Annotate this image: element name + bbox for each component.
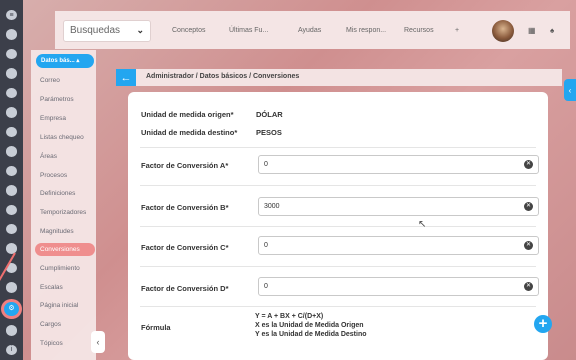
rail-icon-4[interactable]: [6, 87, 17, 99]
menu-icon[interactable]: ≡: [6, 10, 17, 21]
more-icon[interactable]: +: [455, 27, 459, 34]
factor-c-value: 0: [264, 242, 268, 249]
factor-a-value: 0: [264, 161, 268, 168]
info-icon[interactable]: i: [6, 344, 17, 355]
sidebar-item-pagina-inicial[interactable]: Página inicial: [40, 302, 78, 309]
sidebar-item-empresa[interactable]: Empresa: [40, 115, 66, 122]
factor-b-label: Factor de Conversión B*: [141, 203, 229, 212]
rail-icon-5[interactable]: [6, 107, 17, 118]
sidebar-item-procesos[interactable]: Procesos: [40, 172, 67, 179]
mouse-cursor-icon: ↖: [418, 219, 427, 230]
factor-a-label: Factor de Conversión A*: [141, 161, 229, 170]
top-link-ayudas[interactable]: Ayudas: [298, 27, 321, 34]
chevron-left-icon: ‹: [568, 85, 572, 95]
factor-b-input[interactable]: 3000 ✕: [258, 197, 539, 216]
rail-icon-11[interactable]: [6, 223, 17, 235]
bell-icon[interactable]: ♠: [550, 26, 554, 35]
top-link-recursos[interactable]: Recursos: [404, 27, 434, 34]
sidebar-item-topicos[interactable]: Tópicos: [40, 340, 63, 347]
side-menu-header-label: Datos bás...: [41, 58, 75, 64]
collapse-sidebar-button[interactable]: ‹: [91, 331, 105, 353]
factor-d-value: 0: [264, 283, 268, 290]
origin-value: DÓLAR: [256, 110, 283, 119]
side-menu-header[interactable]: Datos bás... ▴: [36, 54, 94, 68]
rail-icon-7[interactable]: [6, 146, 17, 157]
rail-icon-8[interactable]: [6, 165, 17, 177]
factor-c-input[interactable]: 0 ✕: [258, 236, 539, 255]
chevron-down-icon: ⌄: [136, 25, 144, 35]
rail-icon-10[interactable]: [6, 204, 17, 215]
sidebar-item-correo[interactable]: Correo: [40, 77, 60, 84]
clear-icon[interactable]: ✕: [524, 241, 533, 250]
formula-line-1: Y = A + BX + C/(D+X): [255, 313, 324, 320]
dest-label: Unidad de medida destino*: [141, 128, 238, 137]
search-select-label: Busquedas: [70, 25, 121, 36]
rail-icon-14[interactable]: [6, 282, 17, 293]
side-panel-toggle[interactable]: ‹: [564, 79, 576, 101]
search-select[interactable]: Busquedas ⌄: [63, 20, 151, 42]
clear-icon[interactable]: ✕: [524, 160, 533, 169]
rail-icon-3[interactable]: [6, 68, 17, 79]
sidebar-item-listas[interactable]: Listas chequeo: [40, 134, 84, 141]
clear-icon[interactable]: ✕: [524, 202, 533, 211]
sidebar-item-escalas[interactable]: Escalas: [40, 284, 63, 291]
formula-label: Fórmula: [141, 323, 171, 332]
rail-icon-1[interactable]: [6, 29, 17, 40]
settings-gear-icon[interactable]: ⚙: [4, 301, 19, 317]
icon-rail: ≡ ⚙ i: [0, 0, 23, 360]
plus-icon: +: [538, 315, 548, 332]
formula-line-3: Y es la Unidad de Medida Destino: [255, 331, 367, 338]
top-link-conceptos[interactable]: Conceptos: [172, 27, 205, 34]
factor-c-label: Factor de Conversión C*: [141, 243, 229, 252]
calendar-icon[interactable]: ▦: [528, 26, 536, 35]
rail-icon-16[interactable]: [6, 325, 17, 336]
avatar[interactable]: [492, 20, 514, 42]
rail-icon-9[interactable]: [6, 185, 17, 196]
dest-value: PESOS: [256, 128, 282, 137]
sidebar-item-parametros[interactable]: Parámetros: [40, 96, 74, 103]
divider: [140, 306, 536, 307]
arrow-left-icon: ←: [120, 71, 132, 84]
clear-icon[interactable]: ✕: [524, 282, 533, 291]
sidebar-item-temporizadores[interactable]: Temporizadores: [40, 209, 86, 216]
add-button[interactable]: +: [534, 315, 552, 333]
origin-label: Unidad de medida origen*: [141, 110, 234, 119]
sidebar-item-cumplimiento[interactable]: Cumplimiento: [40, 265, 80, 272]
rail-icon-2[interactable]: [6, 48, 17, 60]
sidebar-item-magnitudes[interactable]: Magnitudes: [40, 228, 74, 235]
divider: [140, 147, 536, 148]
factor-a-input[interactable]: 0 ✕: [258, 155, 539, 174]
sidebar-item-cargos[interactable]: Cargos: [40, 321, 61, 328]
divider: [140, 266, 536, 267]
sidebar-item-definiciones[interactable]: Definiciones: [40, 190, 75, 197]
top-link-mis-respon[interactable]: Mis respon...: [346, 27, 386, 34]
formula-line-2: X es la Unidad de Medida Origen: [255, 322, 364, 329]
factor-d-input[interactable]: 0 ✕: [258, 277, 539, 296]
rail-icon-6[interactable]: [6, 126, 17, 138]
back-button[interactable]: ←: [116, 69, 136, 86]
sidebar-item-conversiones[interactable]: Conversiones: [35, 243, 95, 256]
sidebar-item-areas[interactable]: Áreas: [40, 153, 57, 160]
divider: [140, 185, 536, 186]
factor-b-value: 3000: [264, 203, 280, 210]
top-link-ultimas[interactable]: Últimas Fu...: [229, 27, 268, 34]
breadcrumb: Administrador / Datos básicos / Conversi…: [146, 73, 300, 80]
factor-d-label: Factor de Conversión D*: [141, 284, 229, 293]
divider: [140, 226, 536, 227]
